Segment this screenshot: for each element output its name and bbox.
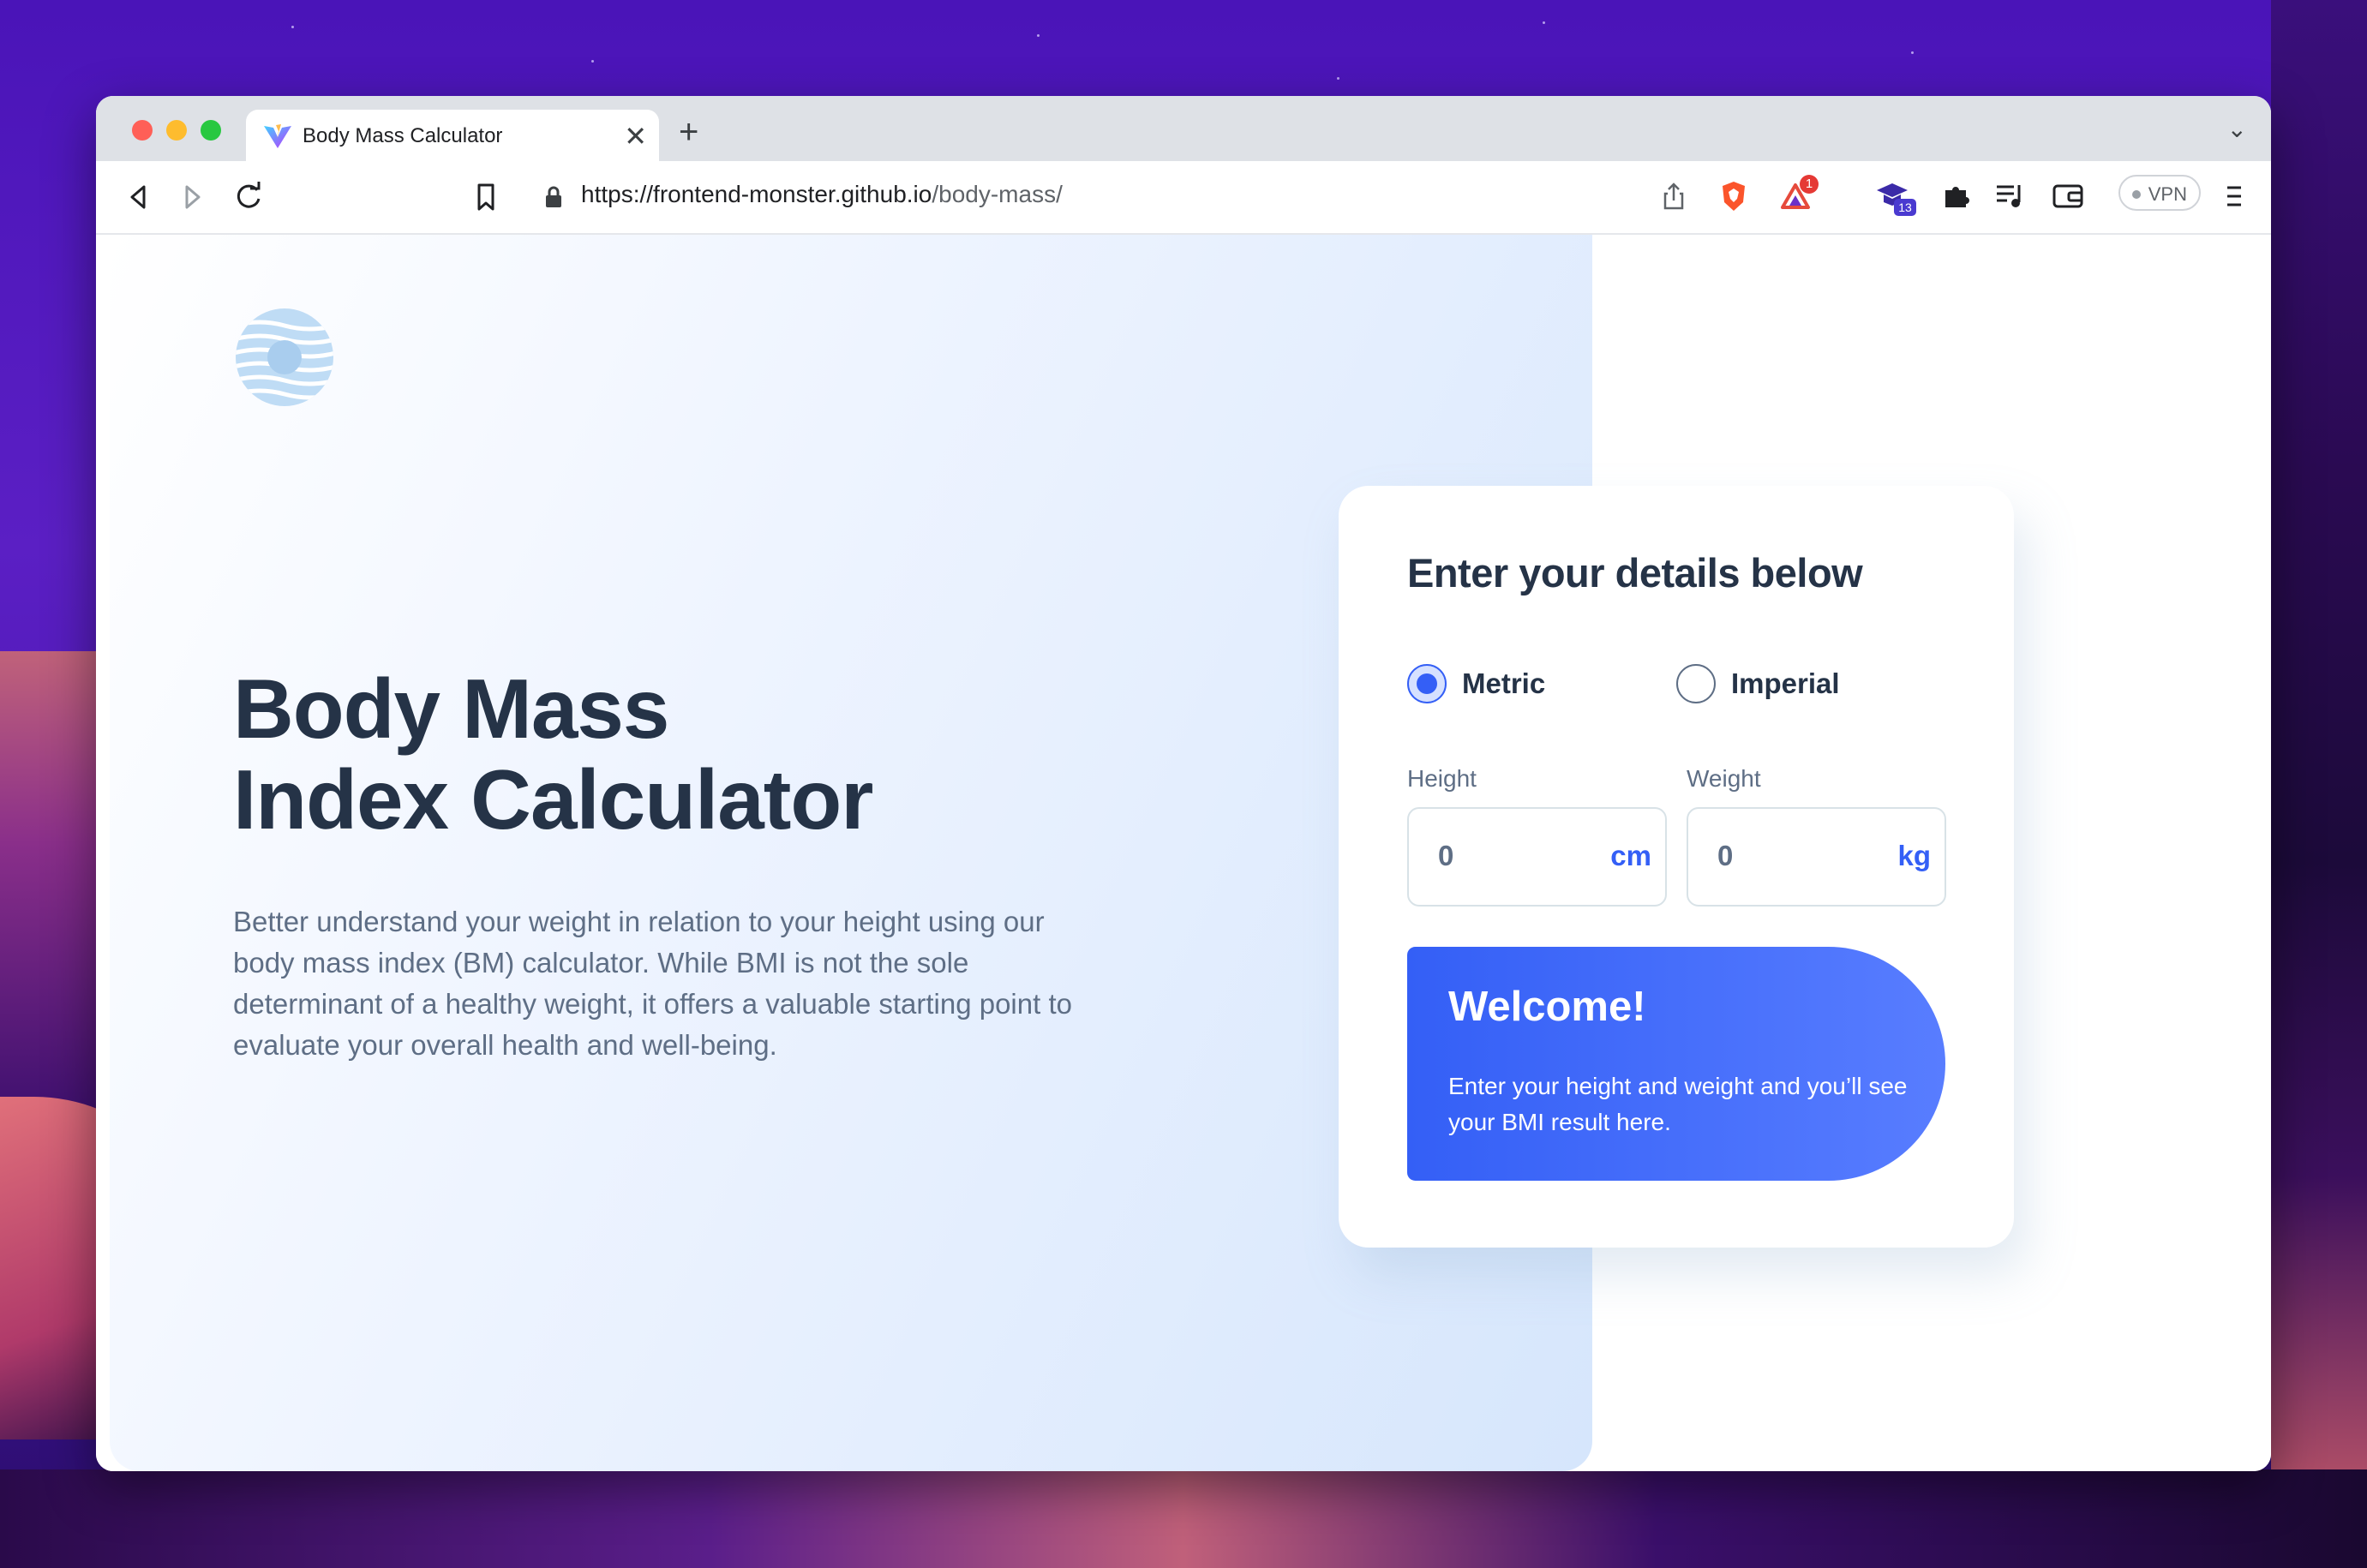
radio-imperial-label: Imperial: [1731, 667, 1840, 699]
wallpaper-right: [2271, 0, 2367, 1568]
page-title-line1: Body Mass: [233, 661, 669, 756]
close-tab-icon[interactable]: ✕: [624, 120, 647, 153]
wallpaper-star: [1911, 51, 1914, 54]
page-description: Better understand your weight in relatio…: [233, 906, 1072, 1061]
tab-strip: Body Mass Calculator ✕ + ⌄: [96, 96, 2271, 161]
bmi-form-card: Enter your details below Metric Imperial…: [1339, 486, 2014, 1248]
height-label: Height: [1407, 765, 1477, 792]
page-content: Body Mass Index Calculator Better unders…: [96, 235, 2271, 1471]
wallpaper-bottom: [0, 1469, 2367, 1568]
close-window-button[interactable]: [132, 120, 153, 141]
wallpaper-star: [1037, 34, 1040, 37]
rewards-badge: 1: [1800, 175, 1819, 194]
radio-imperial[interactable]: Imperial: [1676, 664, 1840, 703]
bookmark-icon[interactable]: [473, 178, 499, 216]
bmi-result-panel: Welcome! Enter your height and weight an…: [1407, 947, 1945, 1181]
extension-badge: 13: [1894, 199, 1916, 216]
brave-shields-icon[interactable]: [1719, 180, 1748, 212]
vite-logo-icon: [264, 124, 291, 148]
extensions-puzzle-icon[interactable]: [1942, 180, 1971, 211]
page-title-line2: Index Calculator: [233, 752, 873, 847]
radio-metric-label: Metric: [1462, 667, 1546, 699]
weight-input[interactable]: 0 kg: [1687, 807, 1946, 907]
height-input[interactable]: 0 cm: [1407, 807, 1667, 907]
vpn-status-dot-icon: [2132, 190, 2141, 199]
maximize-window-button[interactable]: [201, 120, 221, 141]
tab-body-mass[interactable]: Body Mass Calculator ✕: [246, 110, 659, 161]
wallet-icon[interactable]: [2052, 182, 2084, 209]
wallpaper-star: [291, 26, 294, 28]
radio-imperial-indicator[interactable]: [1676, 664, 1716, 703]
wallpaper-star: [591, 60, 594, 63]
tab-title: Body Mass Calculator: [303, 124, 503, 147]
address-bar[interactable]: https://frontend-monster.github.io/body-…: [523, 170, 1819, 223]
share-icon[interactable]: [1661, 182, 1687, 211]
url-host: https://frontend-monster.github.io: [581, 181, 932, 207]
weight-value: 0: [1717, 840, 1734, 871]
radio-metric-indicator[interactable]: [1407, 664, 1447, 703]
reload-icon[interactable]: [231, 178, 266, 216]
page-title: Body Mass Index Calculator: [233, 663, 1176, 845]
back-icon[interactable]: [123, 178, 153, 216]
weight-unit: kg: [1897, 840, 1931, 871]
height-value: 0: [1438, 840, 1454, 871]
new-tab-button[interactable]: +: [679, 113, 698, 152]
wallpaper-left: [0, 651, 96, 1131]
height-unit: cm: [1610, 840, 1651, 871]
browser-toolbar: https://frontend-monster.github.io/body-…: [96, 161, 2271, 235]
url-path: /body-mass/: [932, 181, 1063, 207]
weight-label: Weight: [1687, 765, 1761, 792]
url-text: https://frontend-monster.github.io/body-…: [581, 181, 1063, 208]
lock-icon: [546, 186, 561, 207]
minimize-window-button[interactable]: [166, 120, 187, 141]
menu-icon[interactable]: [2225, 182, 2244, 211]
vpn-button[interactable]: VPN: [2118, 175, 2201, 211]
tab-search-chevron-icon[interactable]: ⌄: [2227, 115, 2247, 143]
form-title: Enter your details below: [1407, 550, 1863, 595]
forward-icon[interactable]: [178, 178, 207, 216]
radio-metric[interactable]: Metric: [1407, 664, 1545, 703]
result-title: Welcome!: [1448, 984, 1646, 1030]
site-logo-icon: [236, 308, 333, 406]
result-text: Enter your height and weight and you’ll …: [1448, 1073, 1908, 1135]
media-playlist-icon[interactable]: [1995, 182, 2026, 211]
browser-window: Body Mass Calculator ✕ + ⌄ https://front…: [96, 96, 2271, 1471]
wallpaper-star: [1337, 77, 1339, 80]
wallpaper-star: [1543, 21, 1545, 24]
vpn-label: VPN: [2148, 183, 2187, 205]
